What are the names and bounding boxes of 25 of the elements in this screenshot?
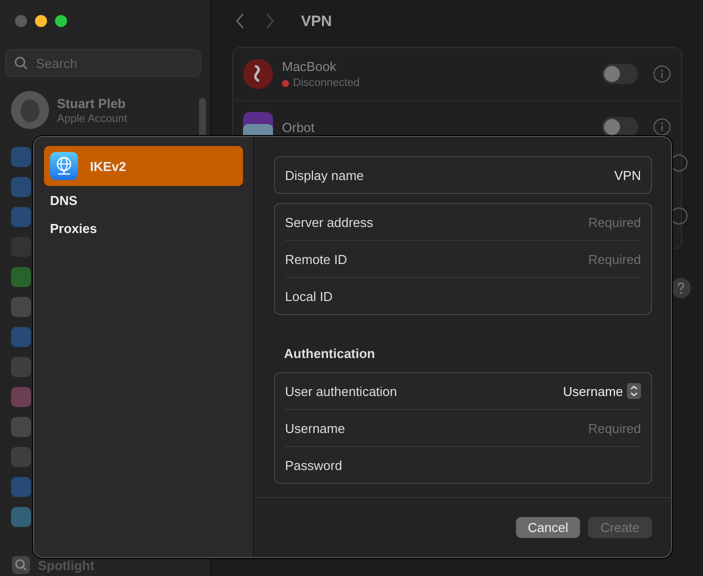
text-field[interactable]: Required xyxy=(347,252,641,266)
section-heading: Authentication xyxy=(284,346,376,361)
search-field[interactable]: Search xyxy=(34,54,188,72)
vpn-status: Disconnected xyxy=(282,77,593,89)
field-label: User authentication xyxy=(285,384,398,398)
sidebar-item[interactable]: DNS xyxy=(44,186,243,214)
field-label: Remote ID xyxy=(285,252,348,266)
vpn-name: Orbot xyxy=(282,120,316,134)
text-field[interactable]: VPN xyxy=(364,168,641,182)
text-field[interactable]: Required xyxy=(344,420,641,436)
vpn-name: MacBook xyxy=(282,59,338,74)
text-field[interactable]: Display name VPN xyxy=(274,156,652,194)
sidebar-item[interactable]: Proxies xyxy=(44,214,243,242)
dialog-button[interactable]: Cancel xyxy=(516,517,580,538)
search-bar[interactable]: Search xyxy=(5,49,201,77)
field-label: Password xyxy=(285,458,342,472)
page-title: VPN xyxy=(301,12,332,30)
field-label: Local ID xyxy=(285,288,333,304)
text-field[interactable]: Required xyxy=(373,214,641,230)
account-subtitle: Apple Account xyxy=(57,112,128,124)
field-label: Username xyxy=(285,420,345,436)
field-label: Server address xyxy=(285,214,374,230)
sidebar-item[interactable]: IKEv2 xyxy=(44,146,243,186)
popup-button[interactable]: Username xyxy=(563,383,641,399)
field-label: Display name xyxy=(285,168,364,182)
